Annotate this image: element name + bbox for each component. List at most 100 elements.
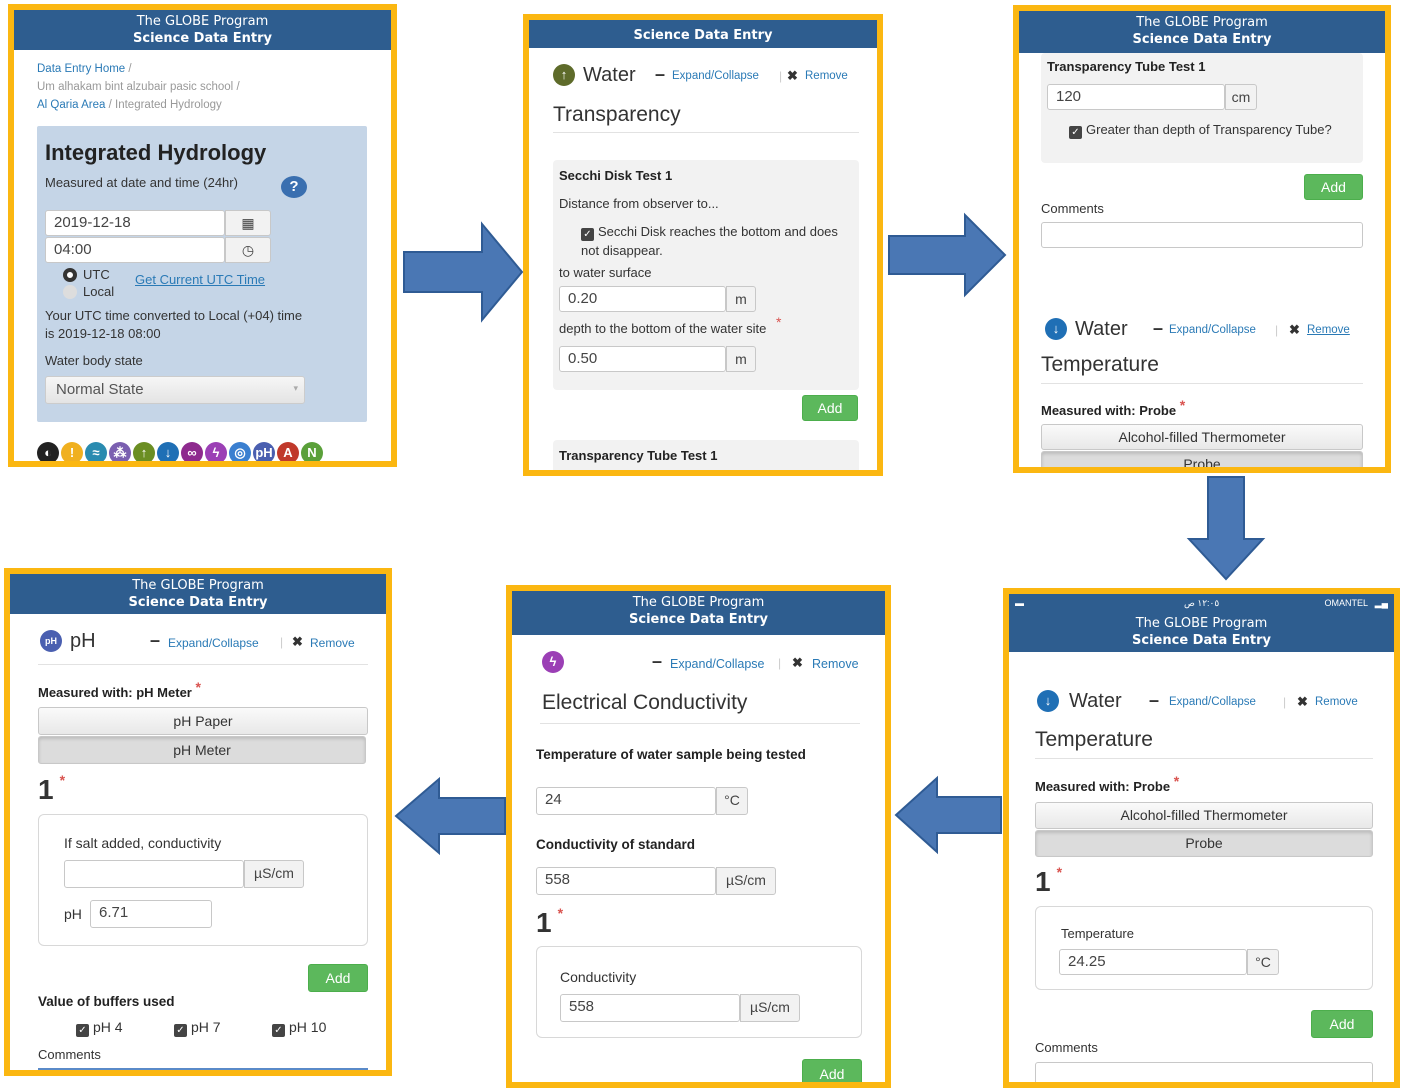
get-utc-link[interactable]: Get Current UTC Time <box>135 272 265 287</box>
buffer-ph10-checkbox[interactable]: ✓ pH 10 <box>272 1019 326 1037</box>
soil-icon[interactable]: ⁂ <box>109 442 131 461</box>
conductivity-label: Conductivity <box>560 969 637 985</box>
minus-icon[interactable]: – <box>655 64 665 85</box>
alkalinity-icon[interactable]: A <box>277 442 299 461</box>
minus-icon[interactable]: – <box>150 630 160 651</box>
salt-conductivity-input[interactable] <box>64 860 244 888</box>
battery-icon: ▬ <box>1015 598 1024 608</box>
header-subtitle: Science Data Entry <box>128 595 268 610</box>
add-button[interactable]: Add <box>802 1059 862 1082</box>
clock-icon[interactable]: ◷ <box>225 237 271 263</box>
expand-collapse-link[interactable]: Expand/Collapse <box>1169 696 1256 708</box>
temperature-input[interactable]: 24.25 <box>1059 949 1247 975</box>
utc-radio[interactable] <box>63 268 77 282</box>
ph-label: pH <box>64 906 82 922</box>
expand-collapse-link[interactable]: Expand/Collapse <box>672 70 759 82</box>
depth-unit: m <box>726 346 756 372</box>
header-subtitle: Science Data Entry <box>1132 32 1272 47</box>
date-input[interactable]: 2019-12-18 <box>45 210 225 236</box>
time-input[interactable]: 04:00 <box>45 237 225 263</box>
oxygen-icon[interactable]: ∞ <box>181 442 203 461</box>
sample-temp-unit: °C <box>716 787 748 815</box>
add-button[interactable]: Add <box>1311 1010 1373 1038</box>
minus-icon[interactable]: – <box>1153 318 1163 339</box>
tube-unit: cm <box>1225 84 1257 110</box>
remove-icon[interactable]: ✖ <box>292 634 303 650</box>
surface-input[interactable]: 0.20 <box>559 286 726 312</box>
remove-link[interactable]: Remove <box>310 636 355 650</box>
transparency-icon[interactable]: ↑ <box>133 442 155 461</box>
remove-link[interactable]: Remove <box>805 70 848 82</box>
arrow-right-icon <box>888 212 1007 298</box>
salinity-icon[interactable]: ◎ <box>229 442 251 461</box>
section-title: Water <box>1075 318 1128 340</box>
breadcrumb-area[interactable]: Al Qaria Area <box>37 99 105 111</box>
remove-icon[interactable]: ✖ <box>792 655 803 671</box>
expand-collapse-link[interactable]: Expand/Collapse <box>168 636 259 650</box>
atmosphere-icon[interactable]: ◐ <box>37 442 59 461</box>
option-probe[interactable]: Probe <box>1035 830 1373 857</box>
measurement-number: 1 * <box>536 905 564 938</box>
expand-collapse-link[interactable]: Expand/Collapse <box>670 657 765 671</box>
required-icon: * <box>195 679 201 695</box>
minus-icon[interactable]: – <box>1149 690 1159 711</box>
section-title: Water <box>1069 690 1122 712</box>
ph-input[interactable]: 6.71 <box>90 900 212 928</box>
breadcrumb-school[interactable]: Um alhakam bint alzubair pasic school <box>37 81 233 93</box>
buffer-ph7-checkbox[interactable]: ✓ pH 7 <box>174 1019 221 1037</box>
conductivity-card <box>536 946 862 1038</box>
option-probe[interactable]: Probe <box>1041 451 1363 467</box>
remove-icon[interactable]: ✖ <box>1297 694 1308 710</box>
surface-label: to water surface <box>559 265 652 280</box>
secchi-bottom-checkbox[interactable]: ✓ Secchi Disk reaches the bottom and does… <box>581 222 856 260</box>
add-button[interactable]: Add <box>1304 174 1363 200</box>
standard-input[interactable]: 558 <box>536 867 716 895</box>
calendar-icon[interactable]: ▦ <box>225 210 271 236</box>
add-button[interactable]: Add <box>308 964 368 992</box>
option-ph-paper[interactable]: pH Paper <box>38 707 368 735</box>
water-state-select[interactable]: Normal State ▾ <box>45 376 305 404</box>
temperature-icon[interactable]: ↓ <box>157 442 179 461</box>
conductivity-unit: µS/cm <box>740 994 800 1022</box>
buffer-ph4-checkbox[interactable]: ✓ pH 4 <box>76 1019 123 1037</box>
protocol-icon-bar: ◐ ! ≈ ⁂ ↑ ↓ ∞ ϟ ◎ pH A N <box>37 442 377 461</box>
breadcrumb-home[interactable]: Data Entry Home <box>37 63 125 75</box>
app-header: The GLOBE Program Science Data Entry <box>10 574 386 614</box>
panel-tube-temperature: The GLOBE Program Science Data Entry Tra… <box>1013 5 1391 473</box>
temperature-card <box>1035 906 1373 990</box>
add-button[interactable]: Add <box>802 395 858 421</box>
comments-input[interactable] <box>38 1068 368 1070</box>
sample-temp-input[interactable]: 24 <box>536 787 716 815</box>
local-radio[interactable] <box>63 285 77 299</box>
conductivity-icon[interactable]: ϟ <box>205 442 227 461</box>
remove-icon[interactable]: ✖ <box>787 68 798 84</box>
option-alcohol-thermometer[interactable]: Alcohol-filled Thermometer <box>1041 424 1363 450</box>
remove-link[interactable]: Remove <box>1307 324 1350 336</box>
arrow-left-icon <box>394 776 506 856</box>
tube-input[interactable]: 120 <box>1047 84 1225 110</box>
section-title: Water <box>583 64 636 86</box>
tube-depth-checkbox[interactable]: ✓ Greater than depth of Transparency Tube… <box>1069 121 1354 139</box>
ph-icon[interactable]: pH <box>253 442 275 461</box>
comments-input[interactable] <box>1035 1062 1373 1082</box>
app-header: The GLOBE Program Science Data Entry <box>1009 612 1394 652</box>
header-subtitle: Science Data Entry <box>633 28 773 43</box>
remove-link[interactable]: Remove <box>812 657 859 671</box>
depth-input[interactable]: 0.50 <box>559 346 726 372</box>
option-ph-meter[interactable]: pH Meter <box>38 736 366 764</box>
required-icon: * <box>59 772 66 788</box>
water-icon[interactable]: ≈ <box>85 442 107 461</box>
minus-icon[interactable]: – <box>652 651 662 672</box>
remove-link[interactable]: Remove <box>1315 696 1358 708</box>
expand-collapse-link[interactable]: Expand/Collapse <box>1169 324 1256 336</box>
hydrology-icon[interactable]: ! <box>61 442 83 461</box>
comments-input[interactable] <box>1041 222 1363 248</box>
local-label: Local <box>83 284 115 299</box>
remove-icon[interactable]: ✖ <box>1289 322 1300 338</box>
ph-section-header: pH pH – Expand/Collapse | ✖ Remove <box>40 630 370 658</box>
help-icon[interactable]: ? <box>281 176 307 198</box>
conductivity-input[interactable]: 558 <box>560 994 740 1022</box>
option-alcohol-thermometer[interactable]: Alcohol-filled Thermometer <box>1035 802 1373 829</box>
utc-label: UTC <box>83 267 110 282</box>
nitrate-icon[interactable]: N <box>301 442 323 461</box>
